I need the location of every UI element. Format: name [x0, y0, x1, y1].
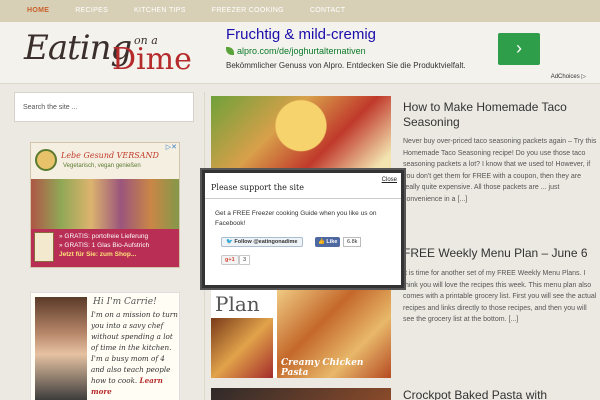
about-bio-text: I'm on a mission to turn you into a savy…: [91, 310, 178, 385]
facebook-like-count: 6.8k: [343, 237, 362, 247]
jar-image: [34, 232, 54, 262]
modal-text: Get a FREE Freezer cooking Guide when yo…: [215, 210, 377, 227]
logo-dime: Dime: [112, 42, 192, 77]
ad-url[interactable]: alpro.com/de/joghurtalternativen: [226, 46, 366, 56]
post-item: Crockpot Baked Pasta with: [211, 388, 599, 400]
search-input[interactable]: Search the site ...: [14, 92, 194, 122]
about-greeting: Hi I'm Carrie!: [93, 297, 157, 307]
post-title[interactable]: FREE Weekly Menu Plan – June 6: [403, 246, 599, 261]
about-bio: I'm on a mission to turn you into a savy…: [91, 309, 179, 397]
promo-line-2: » GRATIS: 1 Glas Bio-Aufstrich: [59, 242, 150, 249]
post-excerpt: It is time for another set of my FREE We…: [403, 270, 597, 324]
post-thumbnail[interactable]: Plan Creamy Chicken Pasta: [211, 284, 391, 378]
nav-home[interactable]: HOME: [14, 0, 62, 22]
sidebar: Search the site ... ▷✕ Lebe Gesund VERSA…: [14, 92, 196, 400]
top-nav: HOME RECIPES KITCHEN TIPS FREEZER COOKIN…: [0, 0, 600, 22]
modal-divider: [205, 198, 401, 199]
google-plus-count: 3: [239, 255, 251, 265]
leaf-icon: [226, 47, 234, 55]
author-photo: [35, 297, 87, 400]
thumb-plan-text: Plan: [215, 292, 260, 316]
support-modal: Please support the site Close Get a FREE…: [202, 170, 404, 288]
ad-products-image: [31, 179, 179, 229]
facebook-like-button[interactable]: 👍 Like: [315, 237, 341, 247]
thumb-food-image: [211, 318, 273, 378]
header-ad[interactable]: Fruchtig & mild-cremig alpro.com/de/jogh…: [222, 22, 590, 82]
promo-line-1: » GRATIS: portofreie Lieferung: [59, 233, 149, 240]
about-box: Hi I'm Carrie! I'm on a mission to turn …: [30, 292, 180, 400]
site-header: Eating on a Dime Fruchtig & mild-cremig …: [0, 22, 600, 84]
post-title[interactable]: How to Make Homemade Taco Seasoning: [403, 100, 599, 130]
promo-link[interactable]: Jetzt für Sie: zum Shop...: [59, 250, 177, 259]
sidebar-ad[interactable]: ▷✕ Lebe Gesund VERSAND Vegetarisch, vega…: [30, 142, 180, 268]
nav-recipes[interactable]: RECIPES: [62, 0, 121, 22]
nav-freezer-cooking[interactable]: FREEZER COOKING: [199, 0, 297, 22]
ad-title[interactable]: Fruchtig & mild-cremig: [226, 26, 376, 43]
ad-brand-title: Lebe Gesund VERSAND: [61, 151, 159, 160]
nav-contact[interactable]: CONTACT: [297, 0, 358, 22]
modal-title: Please support the site: [211, 183, 304, 192]
modal-close-button[interactable]: Close: [382, 177, 397, 183]
ad-promo[interactable]: » GRATIS: portofreie Lieferung » GRATIS:…: [31, 229, 179, 267]
ad-description: Bekömmlicher Genuss von Alpro. Entdecken…: [226, 61, 466, 70]
post-excerpt: Never buy over-priced taco seasoning pac…: [403, 138, 597, 203]
site-logo[interactable]: Eating on a Dime: [24, 28, 204, 80]
ad-url-text: alpro.com/de/joghurtalternativen: [237, 46, 366, 56]
twitter-follow-button[interactable]: 🐦 Follow @eatingonadime: [221, 237, 303, 247]
adchoices-label[interactable]: AdChoices ▷: [551, 73, 586, 80]
nav-kitchen-tips[interactable]: KITCHEN TIPS: [121, 0, 199, 22]
post-thumbnail[interactable]: [211, 388, 391, 400]
ad-brand-subtitle: Vegetarisch, vegan genießen: [63, 163, 141, 169]
google-plus-button[interactable]: g+1: [221, 255, 239, 265]
post-title[interactable]: Crockpot Baked Pasta with: [403, 388, 599, 400]
thumb-caption: Creamy Chicken Pasta: [281, 358, 364, 378]
ad-arrow-button[interactable]: ›: [498, 33, 540, 65]
brand-logo-icon: [35, 149, 57, 171]
ad-close-icon[interactable]: ▷✕: [166, 143, 177, 151]
